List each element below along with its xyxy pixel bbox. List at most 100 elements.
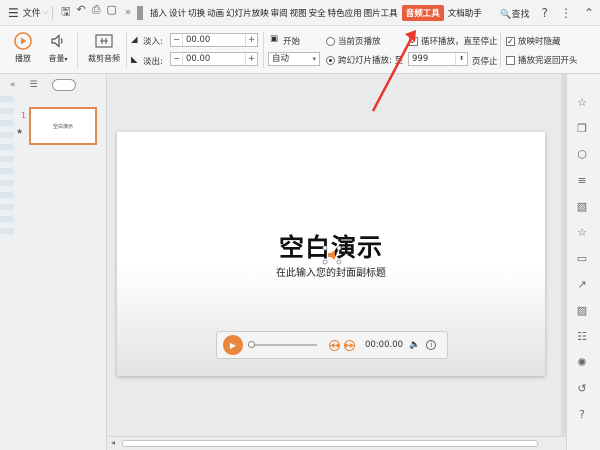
fade-out-value[interactable]: 00.00: [183, 53, 245, 65]
collapse-ribbon-icon[interactable]: ⌃: [584, 6, 594, 20]
fade-in-decrement[interactable]: −: [171, 34, 183, 46]
player-volume-icon[interactable]: 🔈: [409, 340, 420, 350]
settings-sliders-icon[interactable]: ≡: [575, 174, 589, 188]
tab-slideshow[interactable]: 幻灯片放映: [225, 7, 270, 19]
chevron-down-icon: ▾: [64, 56, 68, 63]
tab-animation[interactable]: 动画: [206, 7, 225, 19]
more-options-icon[interactable]: ⋮: [560, 6, 572, 20]
scroll-left-icon[interactable]: [137, 5, 144, 20]
player-play-button[interactable]: ▶: [223, 335, 243, 355]
slide-subtitle[interactable]: 在此输入您的封面副标题: [117, 264, 545, 279]
chevron-down-icon[interactable]: ⌵: [43, 8, 48, 17]
scrollbar-thumb[interactable]: [122, 440, 538, 447]
undo-icon[interactable]: ↶: [76, 3, 85, 22]
fade-in-label: 淡入:: [143, 37, 163, 47]
progress-track[interactable]: [248, 341, 317, 348]
collapse-panel-icon[interactable]: «: [10, 80, 16, 90]
volume-icon: [51, 34, 63, 48]
star-icon[interactable]: ☆: [575, 96, 589, 110]
slide-thumbnail[interactable]: 空白演示: [29, 107, 97, 145]
trim-audio-icon: [95, 34, 113, 48]
menu-bar: ☰ 文件 ⌵ 🖫 ↶ ⎙ ▢ » 插入 设计 切换 动画 幻灯片放映 审阅 视图…: [0, 0, 600, 26]
start-value: 自动: [272, 54, 290, 64]
archive-icon[interactable]: ▭: [575, 252, 589, 266]
picture-icon[interactable]: ▨: [575, 304, 589, 318]
loop-label: 循环播放，直至停止: [421, 37, 498, 47]
search-label: 查找: [511, 9, 530, 20]
tab-view[interactable]: 视图: [289, 7, 308, 19]
tab-security[interactable]: 安全: [308, 7, 327, 19]
tab-picture-tools[interactable]: 图片工具: [363, 7, 399, 19]
tab-audio-tools[interactable]: 音频工具: [401, 4, 444, 21]
audio-speaker-icon[interactable]: [321, 244, 343, 266]
outline-view-icon[interactable]: ☰: [30, 80, 38, 90]
stop-page-value[interactable]: 999: [409, 53, 455, 65]
progress-handle[interactable]: [248, 341, 255, 348]
fade-in-value[interactable]: 00.00: [183, 34, 245, 46]
share-icon[interactable]: ↗: [575, 278, 589, 292]
background-decoration: [0, 96, 14, 236]
player-info-icon[interactable]: i: [426, 340, 437, 350]
forward-button[interactable]: ▶▶: [344, 339, 355, 351]
divider: [126, 32, 127, 68]
shape-icon[interactable]: ⬡: [575, 148, 589, 162]
more-icon[interactable]: »: [125, 7, 131, 18]
history-icon[interactable]: ↺: [575, 382, 589, 396]
rewind-button[interactable]: ◀◀: [329, 339, 340, 351]
print-icon[interactable]: ⎙: [92, 3, 101, 22]
current-page-radio[interactable]: 当前页播放: [326, 35, 381, 47]
plugin-icon[interactable]: ✺: [575, 356, 589, 370]
spin-arrows-icon[interactable]: ⬍: [455, 53, 467, 65]
help-icon[interactable]: ?: [542, 6, 548, 20]
checkbox-unchecked-icon: [506, 55, 515, 65]
cross-slide-radio[interactable]: 跨幻灯片播放: 至: [326, 54, 403, 66]
loop-checkbox[interactable]: ✓ 循环播放，直至停止: [409, 35, 498, 47]
quick-access-toolbar: 🖫 ↶ ⎙ ▢: [61, 3, 117, 22]
copy-icon[interactable]: ❐: [575, 122, 589, 136]
fade-in-stepper[interactable]: − 00.00 +: [170, 33, 258, 47]
file-menu[interactable]: 文件: [23, 6, 41, 19]
start-select[interactable]: 自动 ▾: [268, 52, 320, 66]
favorite-icon[interactable]: ☆: [575, 226, 589, 240]
tab-doc-helper[interactable]: 文档助手: [447, 7, 483, 19]
menu-icon[interactable]: ☰: [8, 6, 19, 20]
preview-icon[interactable]: ▢: [107, 3, 117, 22]
list-icon[interactable]: ☷: [575, 330, 589, 344]
tab-special-apps[interactable]: 特色应用: [327, 7, 363, 19]
tab-design[interactable]: 设计: [168, 7, 187, 19]
start-icon: ▣: [270, 34, 279, 44]
horizontal-scrollbar[interactable]: ◂: [108, 436, 566, 450]
chevron-down-icon: ▾: [312, 55, 316, 63]
audio-player: ▶ ◀◀ ▶▶ 00:00.00 🔈 i: [216, 331, 448, 359]
fade-in-increment[interactable]: +: [245, 34, 257, 46]
divider: [263, 32, 264, 68]
fade-out-decrement[interactable]: −: [171, 53, 183, 65]
checkbox-checked-icon: ✓: [409, 36, 418, 46]
rewind-checkbox[interactable]: 播放完返回开头: [506, 54, 578, 66]
search-button[interactable]: 🔍查找: [500, 7, 529, 20]
save-icon[interactable]: 🖫: [61, 3, 70, 22]
radio-off-icon: [326, 36, 335, 46]
help-circle-icon[interactable]: ?: [575, 408, 589, 422]
hide-checkbox[interactable]: ✓ 放映时隐藏: [506, 35, 561, 47]
window-controls: 🔍查找 ? ⋮ ⌃: [500, 0, 594, 26]
play-icon: ▶: [229, 340, 237, 350]
rewind-label: 播放完返回开头: [518, 56, 578, 66]
slide-canvas: 空白演示 在此输入您的封面副标题 ▶ ◀◀ ▶▶ 00:00.00 🔈 i: [108, 74, 561, 436]
right-sidebar: ☆ ❐ ⬡ ≡ ▧ ☆ ▭ ↗ ▨ ☷ ✺ ↺ ?: [566, 74, 600, 450]
trim-audio-button[interactable]: 裁剪音频: [84, 32, 124, 64]
play-label: 播放: [15, 54, 31, 63]
fade-out-stepper[interactable]: − 00.00 +: [170, 52, 258, 66]
play-button[interactable]: 播放: [10, 32, 36, 64]
tab-review[interactable]: 审阅: [270, 7, 289, 19]
scroll-left-arrow-icon[interactable]: ◂: [111, 438, 115, 447]
tab-transition[interactable]: 切换: [187, 7, 206, 19]
tab-insert[interactable]: 插入: [149, 7, 168, 19]
fade-out-increment[interactable]: +: [245, 53, 257, 65]
volume-button[interactable]: 音量▾: [44, 32, 72, 64]
stop-page-stepper[interactable]: 999 ⬍: [408, 52, 468, 66]
slides-panel: « ☰ 1 ★ 空白演示: [0, 74, 107, 450]
slide[interactable]: 空白演示 在此输入您的封面副标题 ▶ ◀◀ ▶▶ 00:00.00 🔈 i: [117, 132, 545, 376]
slide-view-toggle[interactable]: [51, 79, 76, 91]
image-edit-icon[interactable]: ▧: [575, 200, 589, 214]
